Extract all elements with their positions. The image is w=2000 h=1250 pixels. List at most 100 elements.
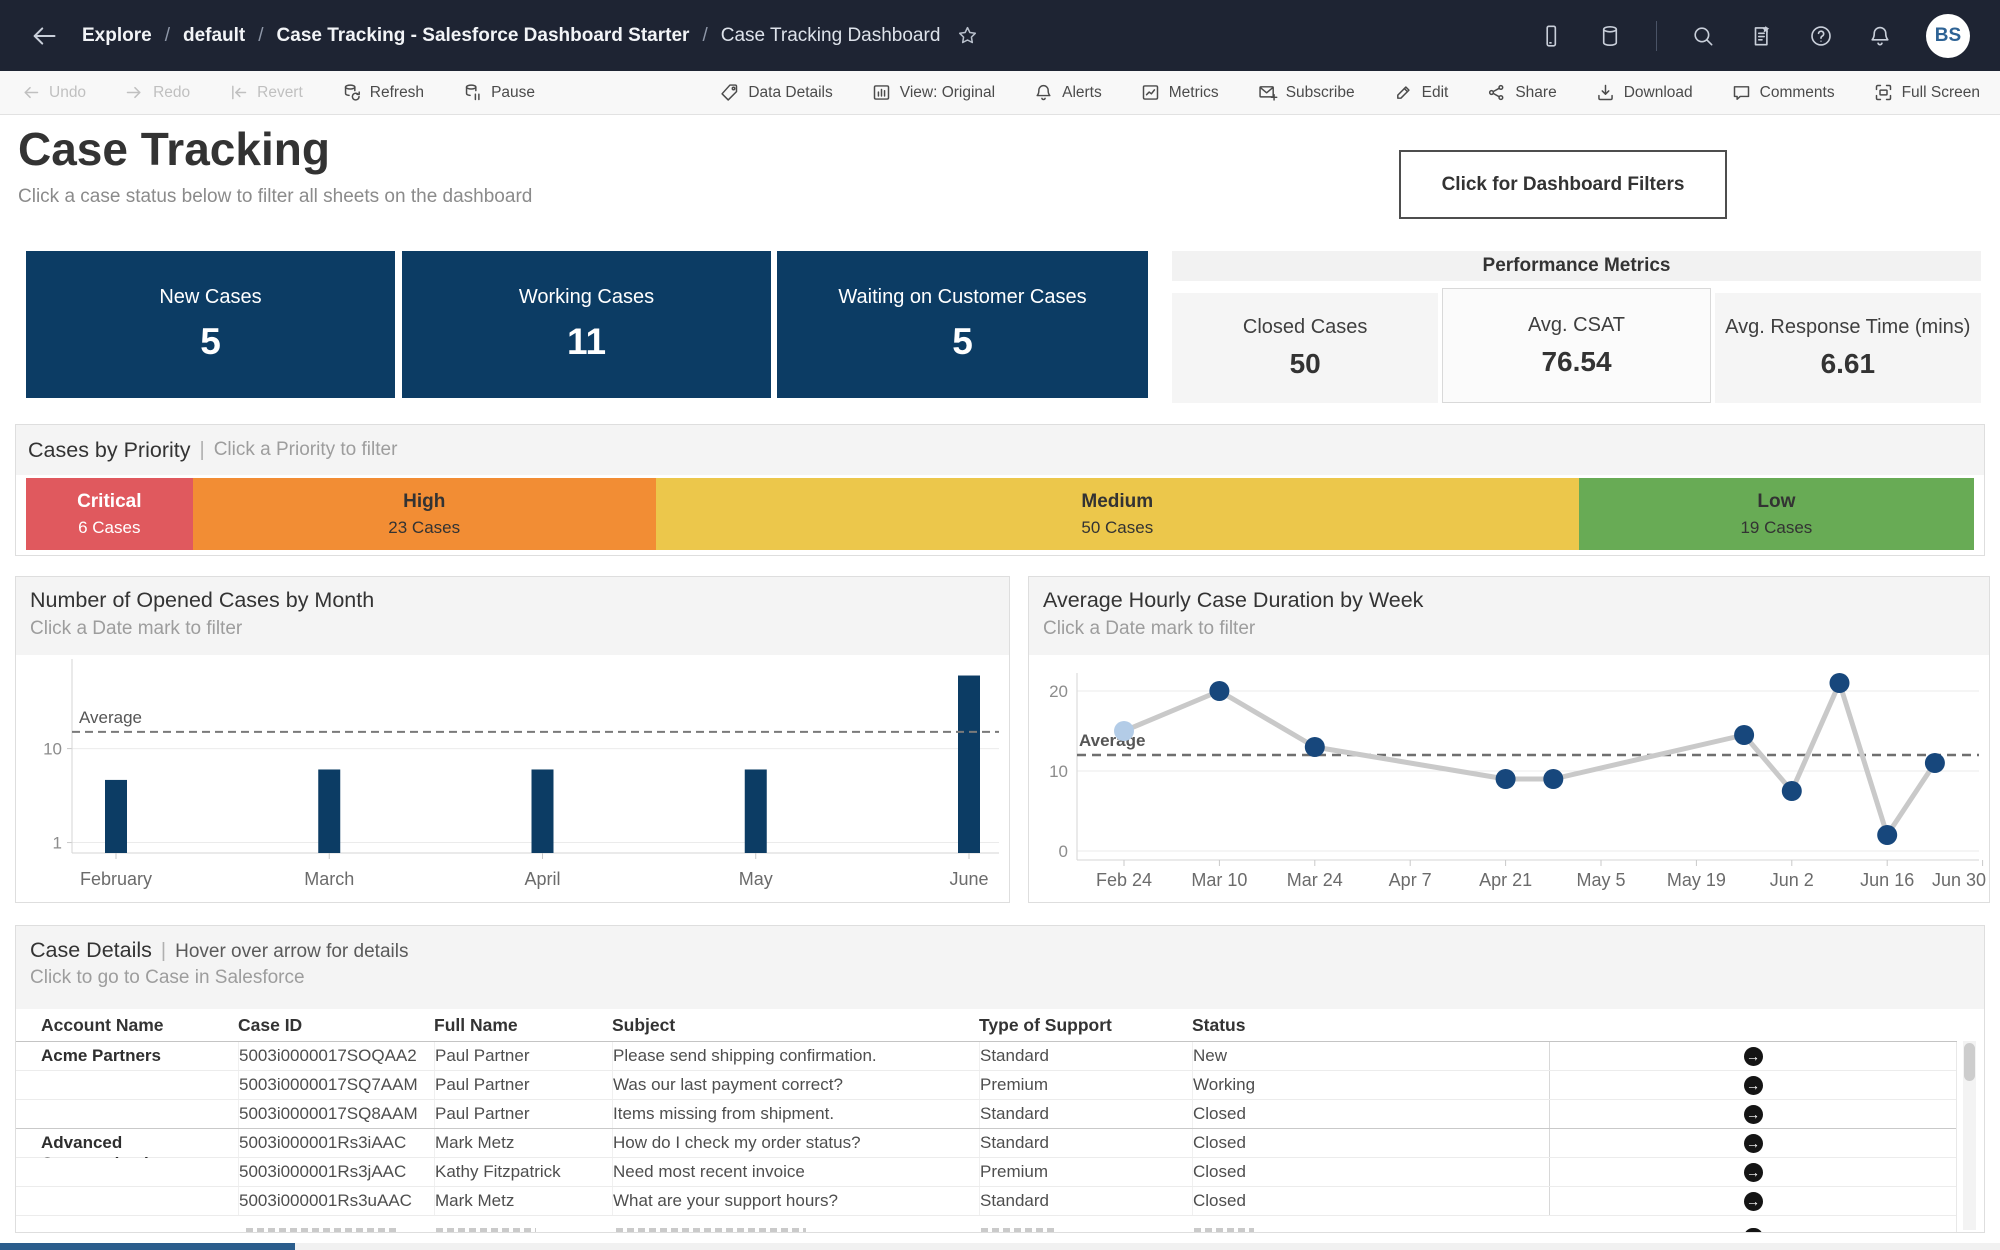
search-icon[interactable] xyxy=(1690,23,1716,49)
cell-status: Closed xyxy=(1192,1129,1549,1157)
toolbar-refresh-button[interactable]: Refresh xyxy=(341,82,424,103)
toolbar-edit-button[interactable]: Edit xyxy=(1393,82,1448,103)
toolbar-pause-button[interactable]: Pause xyxy=(462,82,535,103)
cell-case-id: 5003i000001Rs3jAAC xyxy=(238,1158,434,1186)
database-icon[interactable] xyxy=(1597,23,1623,49)
svg-text:Apr 21: Apr 21 xyxy=(1479,870,1532,890)
point-mar-10[interactable] xyxy=(1209,681,1230,701)
toolbar-label: Revert xyxy=(257,83,303,101)
go-to-case-arrow-icon[interactable]: → xyxy=(1743,1075,1763,1095)
table-row[interactable]: 5003i000001Rs3uAAC Mark Metz What are your… xyxy=(16,1187,1956,1216)
table-row[interactable]: 5003i0000017SQ7AAM Paul Partner Was our la… xyxy=(16,1071,1956,1100)
point-feb-24[interactable] xyxy=(1114,721,1134,741)
opened-cases-bar-chart[interactable]: 1 10 February March April May June Average xyxy=(16,655,1009,903)
metric-tile-avg-response-time-mins[interactable]: Avg. Response Time (mins) 6.61 xyxy=(1714,293,1981,403)
arrow-cell: → xyxy=(1549,1129,1956,1157)
favorites-icon[interactable] xyxy=(1749,23,1775,49)
case-duration-line-chart[interactable]: 0 10 20 Feb 24 Mar 10 Mar 24 Apr 7 Apr 21 May 5 M… xyxy=(1029,655,1989,903)
toolbar-alerts-button[interactable]: Alerts xyxy=(1033,82,1102,103)
point-jun-16[interactable] xyxy=(1877,825,1898,845)
horizontal-scrollbar-track[interactable] xyxy=(0,1243,2000,1250)
point-jun-9[interactable] xyxy=(1829,673,1850,693)
mobile-icon[interactable] xyxy=(1538,23,1564,49)
point-jun-23[interactable] xyxy=(1924,753,1945,773)
toolbar-comments-button[interactable]: Comments xyxy=(1731,82,1835,103)
priority-count: 6 Cases xyxy=(78,517,141,537)
cell-case-id: 5003i000001Rs3uAAC xyxy=(238,1187,434,1215)
column-header-type-of-support[interactable]: Type of Support xyxy=(979,1011,1192,1039)
breadcrumb-item-explore[interactable]: Explore xyxy=(82,25,152,47)
priority-segment-high[interactable]: High 23 Cases xyxy=(192,478,656,550)
help-icon[interactable] xyxy=(1808,23,1834,49)
go-to-case-arrow-icon[interactable]: → xyxy=(1743,1046,1763,1066)
table-row-partial[interactable] xyxy=(16,1216,1956,1232)
go-to-case-arrow-icon[interactable]: → xyxy=(1743,1162,1763,1182)
toolbar-share-button[interactable]: Share xyxy=(1486,82,1557,103)
table-row[interactable]: 5003i000001Rs3jAAC Kathy Fitzpatrick Need … xyxy=(16,1158,1956,1187)
priority-title: Cases by Priority xyxy=(28,437,191,462)
toolbar-label: Comments xyxy=(1759,83,1835,101)
cell-full-name: Mark Metz xyxy=(434,1129,612,1157)
toolbar-view-original-button[interactable]: View: Original xyxy=(871,82,995,103)
table-vertical-scrollbar[interactable] xyxy=(1963,1041,1976,1230)
case-details-section: Case Details | Hover over arrow for deta… xyxy=(15,925,1985,1233)
column-header-case-id[interactable]: Case ID xyxy=(238,1011,434,1039)
favorite-star-icon[interactable] xyxy=(956,24,979,47)
go-to-case-arrow-icon[interactable]: → xyxy=(1743,1133,1763,1153)
toolbar-metrics-button[interactable]: Metrics xyxy=(1140,82,1219,103)
toolbar-label: Download xyxy=(1623,83,1693,101)
data-details-icon xyxy=(719,82,740,103)
point-apr-28[interactable] xyxy=(1543,769,1564,789)
table-row[interactable]: Advanced Communications 5003i000001Rs3iAA… xyxy=(16,1128,1956,1173)
toolbar-label: View: Original xyxy=(899,83,996,101)
bar-april[interactable] xyxy=(531,769,554,853)
point-jun-2[interactable] xyxy=(1781,781,1802,801)
breadcrumb-item-case-tracking-salesforce-dashboard-starter[interactable]: Case Tracking - Salesforce Dashboard Sta… xyxy=(277,25,690,47)
table-row[interactable]: 5003i0000017SQ8AAM Paul Partner Items miss… xyxy=(16,1100,1956,1129)
bar-june[interactable] xyxy=(958,675,980,853)
priority-segment-medium[interactable]: Medium 50 Cases xyxy=(655,478,1579,550)
status-tile-waiting-on-customer-cases[interactable]: Waiting on Customer Cases 5 xyxy=(777,251,1148,398)
priority-section-header: Cases by Priority | Click a Priority to … xyxy=(16,425,1984,475)
back-arrow-icon xyxy=(33,26,56,45)
metric-tile-avg-csat[interactable]: Avg. CSAT 76.54 xyxy=(1442,288,1711,403)
bar-february[interactable] xyxy=(105,779,127,853)
svg-text:April: April xyxy=(524,869,560,889)
go-to-case-arrow-icon[interactable]: → xyxy=(1743,1191,1763,1211)
breadcrumb-item-case-tracking-dashboard[interactable]: Case Tracking Dashboard xyxy=(721,25,941,47)
notifications-icon[interactable] xyxy=(1867,23,1893,49)
column-header-subject[interactable]: Subject xyxy=(612,1011,979,1039)
priority-segment-low[interactable]: Low 19 Cases xyxy=(1578,478,1974,550)
toolbar-data-details-button[interactable]: Data Details xyxy=(719,82,833,103)
breadcrumb-item-default[interactable]: default xyxy=(183,25,245,47)
column-header-account-name[interactable]: Account Name xyxy=(16,1011,238,1039)
point-apr-21[interactable] xyxy=(1495,769,1516,789)
dashboard-filters-button[interactable]: Click for Dashboard Filters xyxy=(1399,150,1727,219)
column-header-status[interactable]: Status xyxy=(1192,1011,1549,1039)
metric-value: 50 xyxy=(1289,348,1321,379)
go-to-case-arrow-icon[interactable]: → xyxy=(1743,1104,1763,1124)
vertical-scrollbar-thumb[interactable] xyxy=(1964,1043,1975,1081)
back-button[interactable] xyxy=(30,22,58,50)
table-row[interactable]: Acme Partners 5003i0000017SOQAA2 Paul Part… xyxy=(16,1042,1956,1071)
bar-march[interactable] xyxy=(318,769,341,853)
horizontal-scrollbar-thumb[interactable] xyxy=(0,1243,295,1250)
toolbar-full-screen-button[interactable]: Full Screen xyxy=(1873,82,1980,103)
toolbar-download-button[interactable]: Download xyxy=(1595,82,1693,103)
priority-segment-critical[interactable]: Critical 6 Cases xyxy=(26,478,193,550)
status-tile-new-cases[interactable]: New Cases 5 xyxy=(26,251,395,398)
metric-tile-closed-cases[interactable]: Closed Cases 50 xyxy=(1172,293,1439,403)
toolbar-subscribe-button[interactable]: Subscribe xyxy=(1257,82,1355,103)
point-may-26[interactable] xyxy=(1734,725,1755,745)
point-mar-24[interactable] xyxy=(1304,737,1325,757)
column-header-full-name[interactable]: Full Name xyxy=(434,1011,612,1039)
cell-case-id: 5003i0000017SQ8AAM xyxy=(238,1100,434,1128)
bar-may[interactable] xyxy=(744,769,767,853)
share-icon xyxy=(1486,82,1507,103)
status-tile-working-cases[interactable]: Working Cases 11 xyxy=(402,251,771,398)
status-tile-value: 5 xyxy=(200,321,221,362)
user-avatar[interactable]: BS xyxy=(1926,13,1970,58)
cell-status: Closed xyxy=(1192,1158,1549,1186)
cell-full-name: Paul Partner xyxy=(434,1100,612,1128)
svg-text:March: March xyxy=(304,869,354,889)
